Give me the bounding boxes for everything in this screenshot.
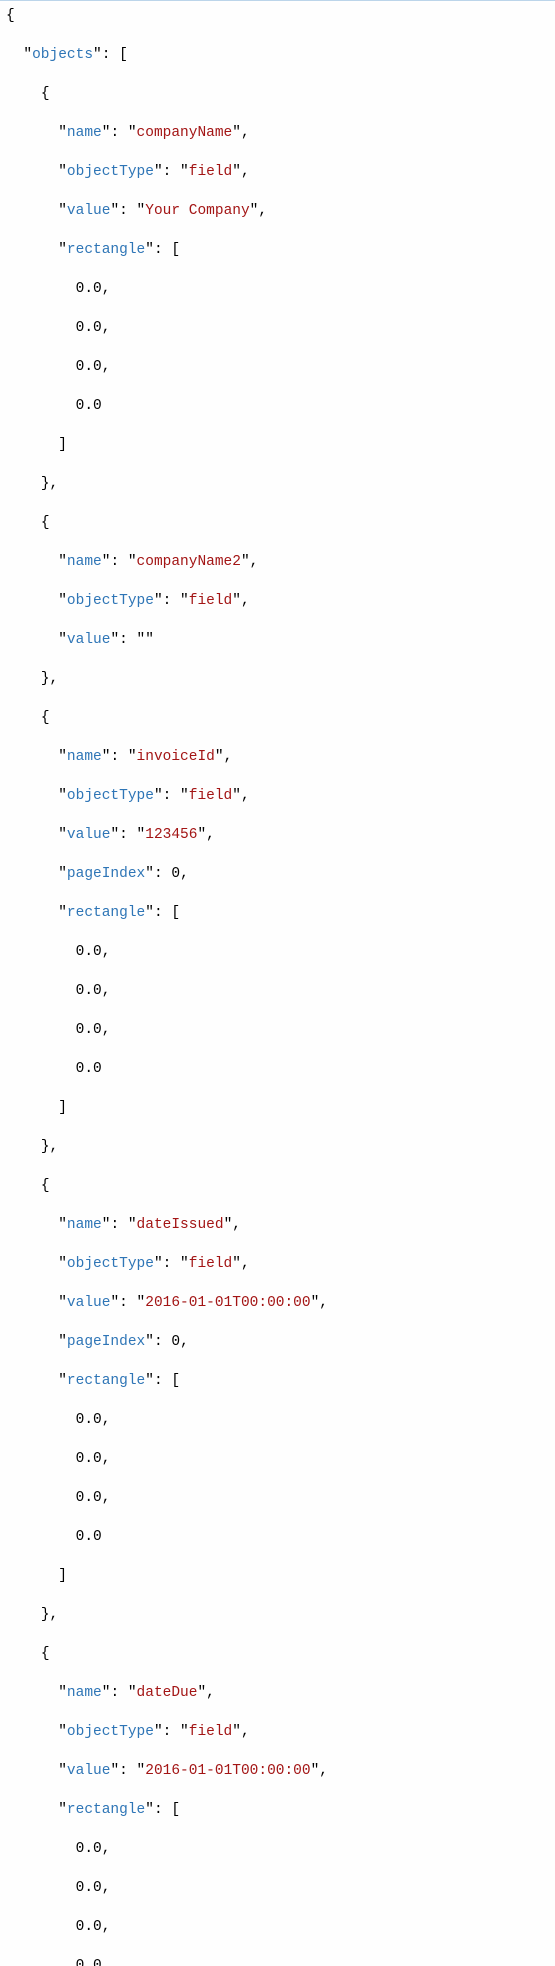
rect-val: 0.0 [76,983,102,999]
key-objectType: objectType [67,788,154,804]
rect-val: 0.0 [76,281,102,297]
bracket-open: [ [119,47,128,63]
rect-val: 0.0 [76,1919,102,1935]
val-companyName2: companyName2 [137,554,241,570]
val-field: field [189,164,233,180]
quote: " [23,47,32,63]
key-value: value [67,203,111,219]
rect-val: 0.0 [76,944,102,960]
val-field: field [189,593,233,609]
brace-close: } [41,671,50,687]
rect-val: 0.0 [76,1880,102,1896]
bracket-close: ] [58,437,67,453]
bracket-close: ] [58,1568,67,1584]
key-name: name [67,1217,102,1233]
val-pageIndex: 0 [171,1334,180,1350]
rect-val: 0.0 [76,1958,102,1966]
key-name: name [67,125,102,141]
key-name: name [67,554,102,570]
key-objectType: objectType [67,593,154,609]
brace-open: { [41,86,50,102]
val-date: 2016-01-01T00:00:00 [145,1295,310,1311]
json-code-block: { "objects": [ { "name": "companyName", … [0,3,555,1966]
key-pageIndex: pageIndex [67,866,145,882]
key-rectangle: rectangle [67,1802,145,1818]
val-field: field [189,1724,233,1740]
key-value: value [67,1295,111,1311]
key-objectType: objectType [67,164,154,180]
key-value: value [67,827,111,843]
key-value: value [67,632,111,648]
key-name: name [67,749,102,765]
rect-val: 0.0 [76,1451,102,1467]
val-companyName: companyName [137,125,233,141]
brace-open: { [41,515,50,531]
key-objectType: objectType [67,1256,154,1272]
rect-val: 0.0 [76,1490,102,1506]
rect-val: 0.0 [76,1529,102,1545]
bracket-close: ] [58,1100,67,1116]
brace-open: { [41,1178,50,1194]
key-objectType: objectType [67,1724,154,1740]
rect-val: 0.0 [76,1022,102,1038]
brace-close: } [41,1139,50,1155]
key-value: value [67,1763,111,1779]
val-invoiceId: invoiceId [137,749,215,765]
key-objects: objects [32,47,93,63]
key-rectangle: rectangle [67,242,145,258]
key-rectangle: rectangle [67,905,145,921]
brace-open: { [6,8,15,24]
val-date: 2016-01-01T00:00:00 [145,1763,310,1779]
rect-val: 0.0 [76,1061,102,1077]
rect-val: 0.0 [76,1412,102,1428]
val-field: field [189,1256,233,1272]
brace-open: { [41,1646,50,1662]
val-dateDue: dateDue [137,1685,198,1701]
rect-val: 0.0 [76,359,102,375]
rect-val: 0.0 [76,1841,102,1857]
brace-close: } [41,1607,50,1623]
brace-open: { [41,710,50,726]
val-field: field [189,788,233,804]
rect-val: 0.0 [76,320,102,336]
brace-close: } [41,476,50,492]
val-123456: 123456 [145,827,197,843]
val-pageIndex: 0 [171,866,180,882]
val-yourCompany: Your Company [145,203,249,219]
key-rectangle: rectangle [67,1373,145,1389]
key-pageIndex: pageIndex [67,1334,145,1350]
key-name: name [67,1685,102,1701]
val-dateIssued: dateIssued [137,1217,224,1233]
rect-val: 0.0 [76,398,102,414]
